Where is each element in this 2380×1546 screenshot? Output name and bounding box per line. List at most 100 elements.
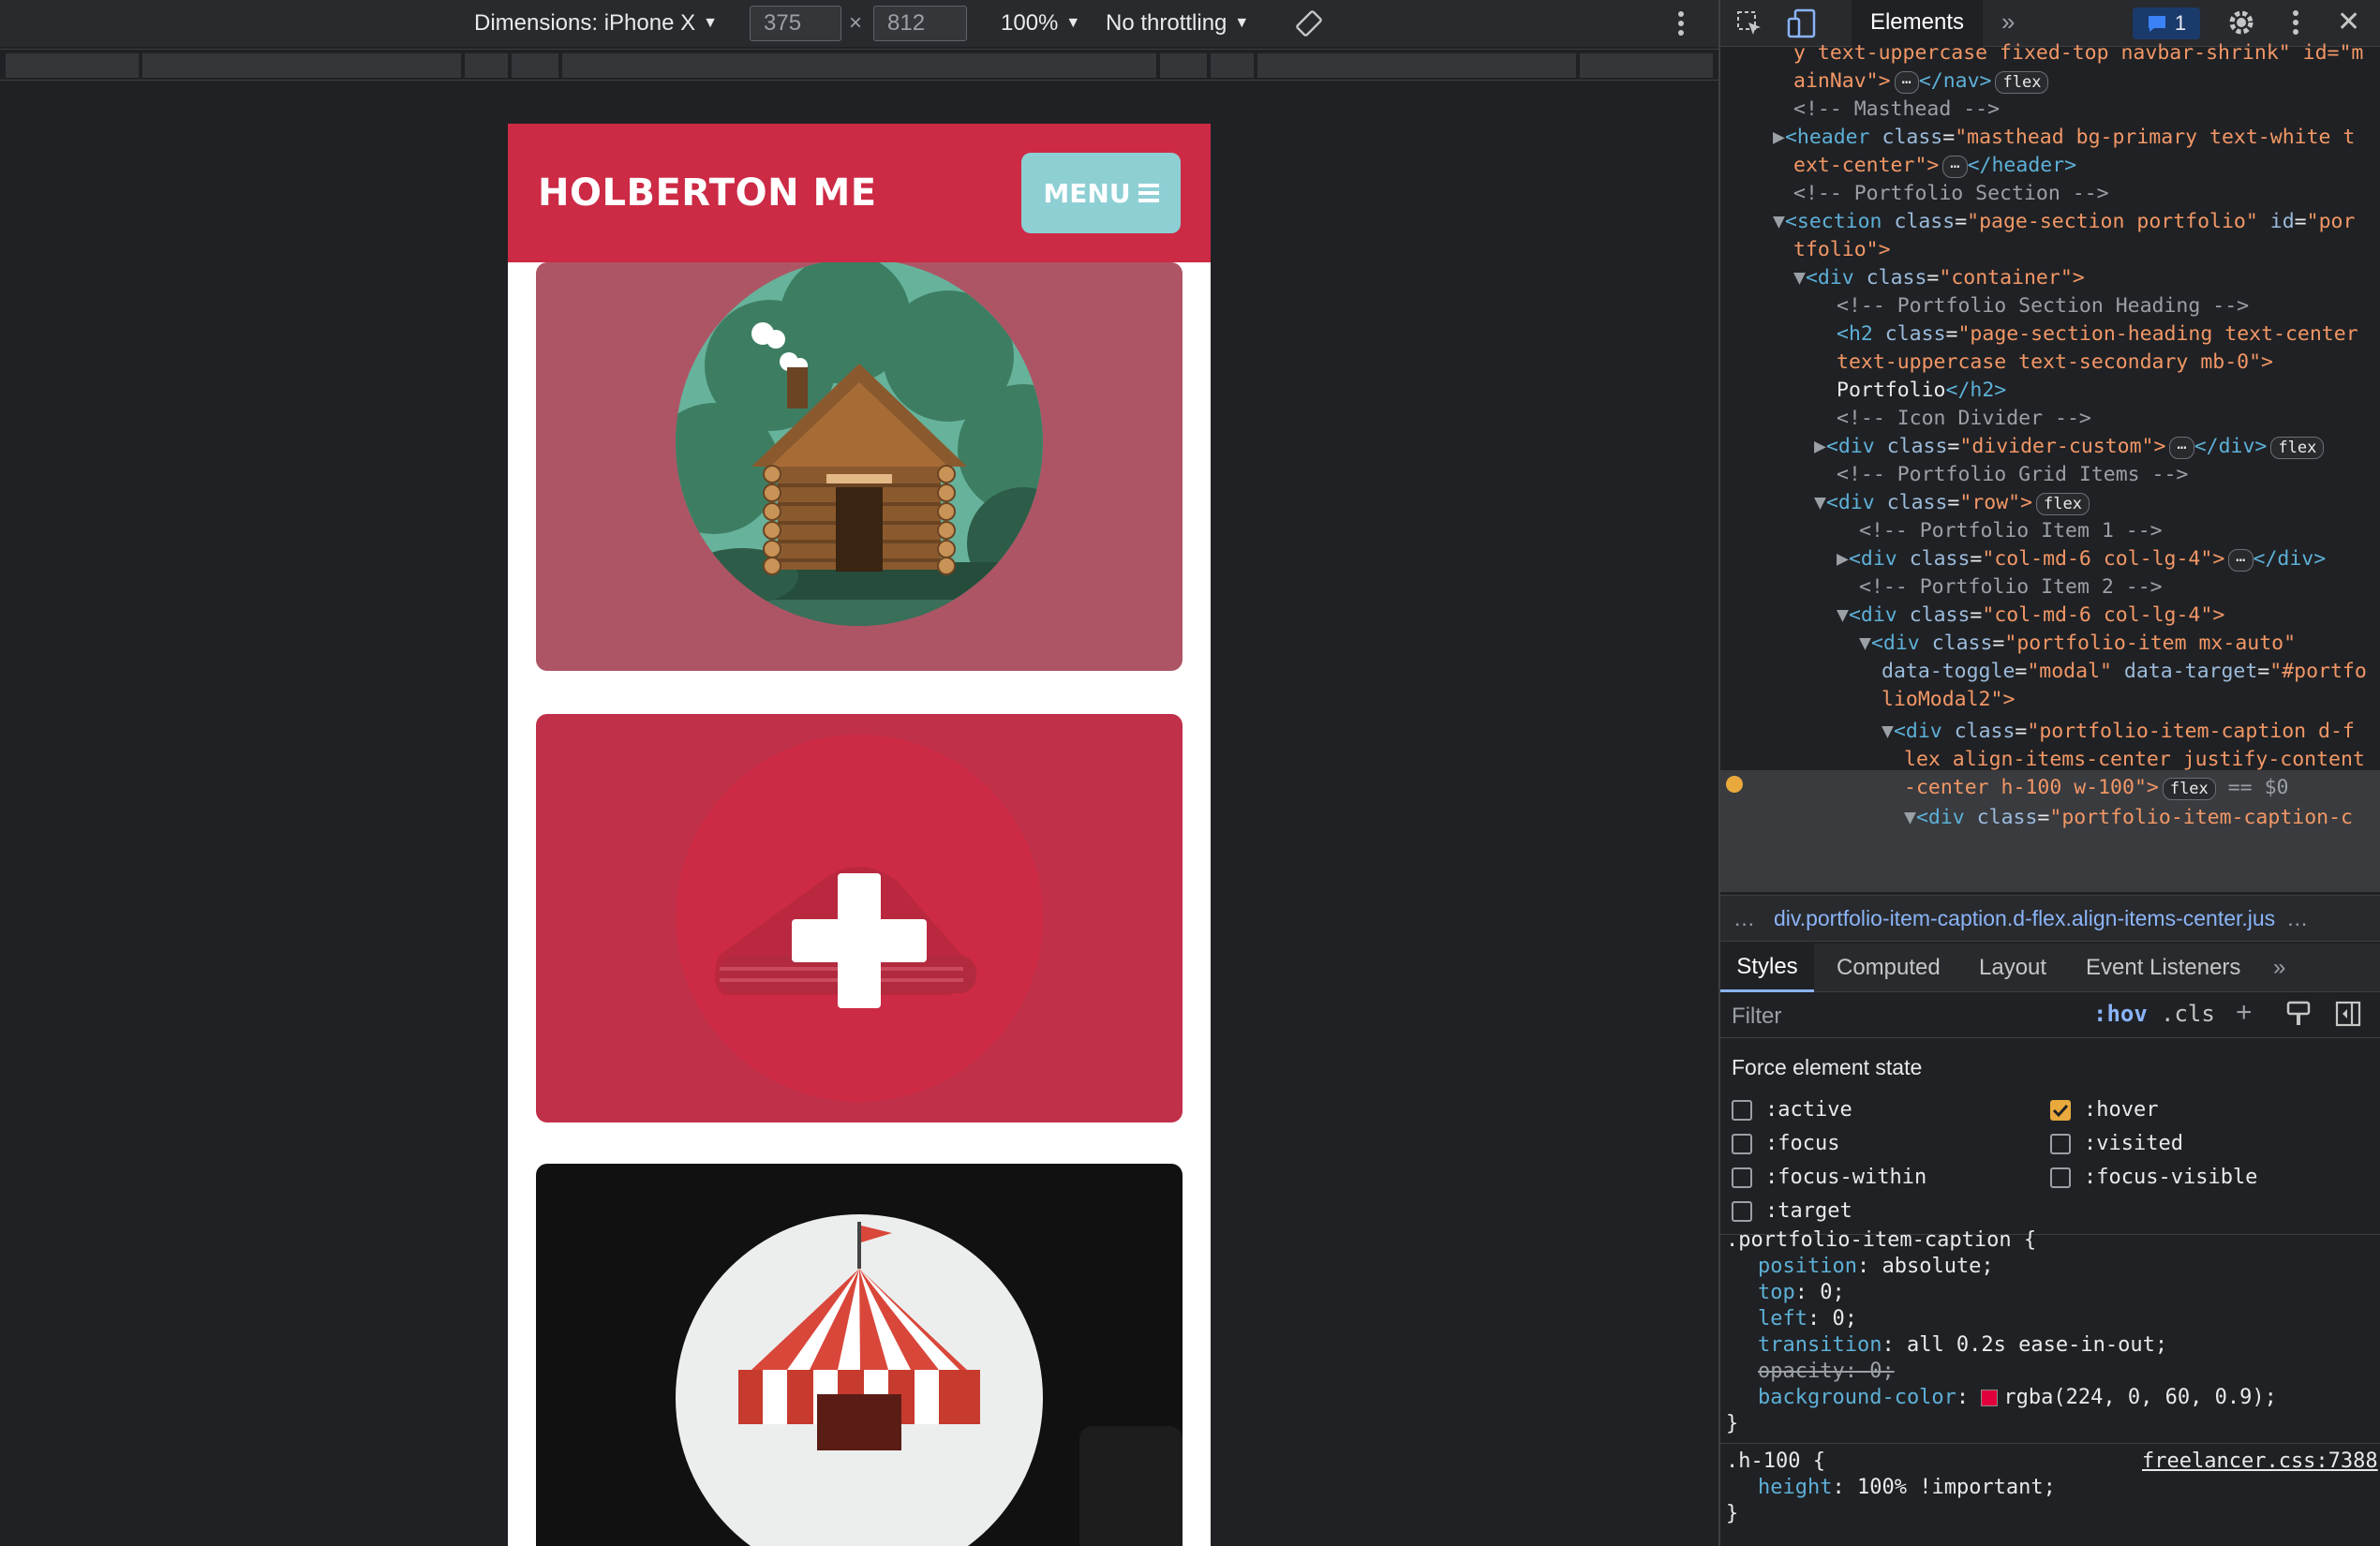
more-options-icon[interactable] xyxy=(2292,9,2299,40)
css-value[interactable]: 100% !important; xyxy=(1857,1476,2056,1499)
throttling-label: No throttling xyxy=(1106,10,1227,36)
menu-button[interactable]: MENU xyxy=(1021,153,1181,233)
code-text: "col-md-6 col-lg-4"> xyxy=(1982,603,2225,627)
media-query-bar[interactable] xyxy=(0,49,1718,81)
hov-toggle[interactable]: :hov xyxy=(2093,1001,2148,1027)
tab-event-listeners[interactable]: Event Listeners xyxy=(2086,944,2240,992)
cls-toggle[interactable]: .cls xyxy=(2161,1001,2215,1027)
elements-tree[interactable]: y text-uppercase fixed-top navbar-shrink… xyxy=(1720,41,2380,892)
css-prop[interactable]: height xyxy=(1758,1476,1832,1499)
code-text: "masthead bg-primary text-white t xyxy=(1955,126,2356,149)
gear-icon[interactable] xyxy=(2226,7,2256,42)
code-text: "divider-custom"> xyxy=(1959,435,2166,458)
css-prop[interactable]: left xyxy=(1758,1307,1807,1330)
code-comment: <!-- Portfolio Section --> xyxy=(1793,182,2109,205)
css-source-link[interactable]: freelancer.css:7388 xyxy=(2142,1449,2378,1475)
color-swatch-icon[interactable] xyxy=(1981,1390,1999,1406)
zoom-label: 100% xyxy=(1001,10,1059,36)
ellipsis-badge[interactable]: ⋯ xyxy=(2169,437,2194,459)
filter-input[interactable]: Filter xyxy=(1720,997,2073,1034)
portfolio-item-cake-hovered[interactable] xyxy=(536,714,1183,1122)
state-hover-checkbox[interactable]: :hover xyxy=(2050,1098,2158,1122)
code-text: class xyxy=(1976,806,2038,829)
collapse-triangle-icon[interactable]: ▼ xyxy=(1904,806,1916,829)
tab-computed[interactable]: Computed xyxy=(1837,944,1941,992)
state-target-checkbox[interactable]: :target xyxy=(1732,1199,1852,1223)
code-text: <div xyxy=(1825,491,1875,514)
width-input[interactable]: 375 xyxy=(750,6,841,41)
css-prop[interactable]: transition xyxy=(1758,1333,1882,1357)
breadcrumb-path[interactable]: div.portfolio-item-caption.d-flex.align-… xyxy=(1774,906,2275,931)
code-text: class xyxy=(1882,126,1943,149)
css-value[interactable]: 0; xyxy=(1820,1281,1845,1304)
css-value[interactable]: 0; xyxy=(1832,1307,1857,1330)
code-text: class xyxy=(1884,322,1946,346)
code-comment: <!-- Portfolio Section Heading --> xyxy=(1837,294,2250,318)
expand-triangle-icon[interactable]: ▶ xyxy=(1837,547,1849,571)
css-value[interactable]: absolute; xyxy=(1882,1255,1993,1278)
code-comment: <!-- Portfolio Item 1 --> xyxy=(1859,519,2163,543)
more-tabs-icon[interactable]: » xyxy=(2273,944,2285,992)
state-focus-within-checkbox[interactable]: :focus-within xyxy=(1732,1166,1926,1189)
height-input[interactable]: 812 xyxy=(873,6,967,41)
collapse-triangle-icon[interactable]: ▼ xyxy=(1837,603,1849,627)
breadcrumb[interactable]: … div.portfolio-item-caption.d-flex.alig… xyxy=(1720,895,2380,942)
code-text: "col-md-6 col-lg-4"> xyxy=(1982,547,2225,571)
state-focus-visible-checkbox[interactable]: :focus-visible xyxy=(2050,1166,2257,1189)
issues-badge[interactable]: 1 xyxy=(2133,7,2200,39)
flex-badge[interactable]: flex xyxy=(2270,437,2325,459)
collapse-triangle-icon[interactable]: ▼ xyxy=(1814,491,1826,514)
css-prop[interactable]: position xyxy=(1758,1255,1857,1278)
tab-styles[interactable]: Styles xyxy=(1720,944,1814,992)
add-rule-icon[interactable]: + xyxy=(2236,997,2253,1029)
css-selector: .portfolio-item-caption { xyxy=(1726,1228,2037,1252)
device-dimensions-dropdown[interactable]: Dimensions: iPhone X ▼ xyxy=(474,0,718,47)
state-active-checkbox[interactable]: :active xyxy=(1732,1098,1852,1122)
sidebar-toggle-icon[interactable] xyxy=(2335,1001,2361,1033)
ellipsis-badge[interactable]: ⋯ xyxy=(2228,549,2254,572)
state-label: :focus-visible xyxy=(2084,1166,2258,1189)
collapse-triangle-icon[interactable]: ▼ xyxy=(1793,266,1806,290)
ellipsis-badge[interactable]: ⋯ xyxy=(1942,156,1968,178)
flex-badge[interactable]: flex xyxy=(2036,493,2090,515)
collapse-triangle-icon[interactable]: ▼ xyxy=(1773,210,1785,233)
css-value[interactable]: all 0.2s ease-in-out; xyxy=(1907,1333,2167,1357)
more-tabs-icon[interactable]: » xyxy=(2001,7,2015,37)
css-value[interactable]: rgba(224, 0, 60, 0.9); xyxy=(2003,1386,2276,1409)
flex-badge[interactable]: flex xyxy=(1995,71,2049,94)
collapse-triangle-icon[interactable]: ▼ xyxy=(1859,632,1871,655)
paint-icon[interactable] xyxy=(2286,1001,2311,1033)
flex-badge[interactable]: flex xyxy=(2162,778,2216,800)
state-visited-checkbox[interactable]: :visited xyxy=(2050,1132,2183,1155)
throttling-dropdown[interactable]: No throttling ▼ xyxy=(1106,0,1249,47)
close-icon[interactable]: ✕ xyxy=(2337,6,2360,38)
code-text: lioModal2"> xyxy=(1882,688,2016,711)
css-prop[interactable]: top xyxy=(1758,1281,1795,1304)
device-viewport-area: Dimensions: iPhone X ▼ 375 × 812 100% ▼ No… xyxy=(0,0,1718,1546)
collapse-triangle-icon[interactable]: ▼ xyxy=(1882,720,1894,743)
code-text: <header xyxy=(1784,126,1870,149)
site-brand[interactable]: HOLBERTON ME xyxy=(538,171,877,215)
code-text: == $0 xyxy=(2227,776,2289,799)
portfolio-item-cabin[interactable] xyxy=(536,262,1183,671)
more-options-icon[interactable] xyxy=(1677,0,1685,47)
css-prop[interactable]: background-color xyxy=(1758,1386,1956,1409)
expand-triangle-icon[interactable]: ▶ xyxy=(1814,435,1826,458)
inspect-element-icon[interactable] xyxy=(1735,9,1763,42)
styles-rules[interactable]: .portfolio-item-caption { position: abso… xyxy=(1720,1228,2380,1546)
zoom-dropdown[interactable]: 100% ▼ xyxy=(1001,0,1080,47)
checkmark-icon xyxy=(2050,1099,2071,1121)
ellipsis-icon: … xyxy=(2286,905,2309,930)
code-text: <div xyxy=(1870,632,1920,655)
state-focus-checkbox[interactable]: :focus xyxy=(1732,1132,1839,1155)
tab-layout[interactable]: Layout xyxy=(1979,944,2046,992)
rotate-icon[interactable] xyxy=(1295,0,1323,47)
css-value-overridden[interactable]: 0; xyxy=(1869,1360,1895,1383)
ellipsis-badge[interactable]: ⋯ xyxy=(1894,71,1919,94)
css-prop-overridden[interactable]: opacity xyxy=(1758,1360,1845,1383)
state-label: :active xyxy=(1765,1098,1852,1122)
portfolio-item-circus[interactable] xyxy=(536,1164,1183,1546)
expand-triangle-icon[interactable]: ▶ xyxy=(1773,126,1785,149)
force-state-title: Force element state xyxy=(1732,1055,1923,1079)
code-text: </h2> xyxy=(1945,379,2007,402)
